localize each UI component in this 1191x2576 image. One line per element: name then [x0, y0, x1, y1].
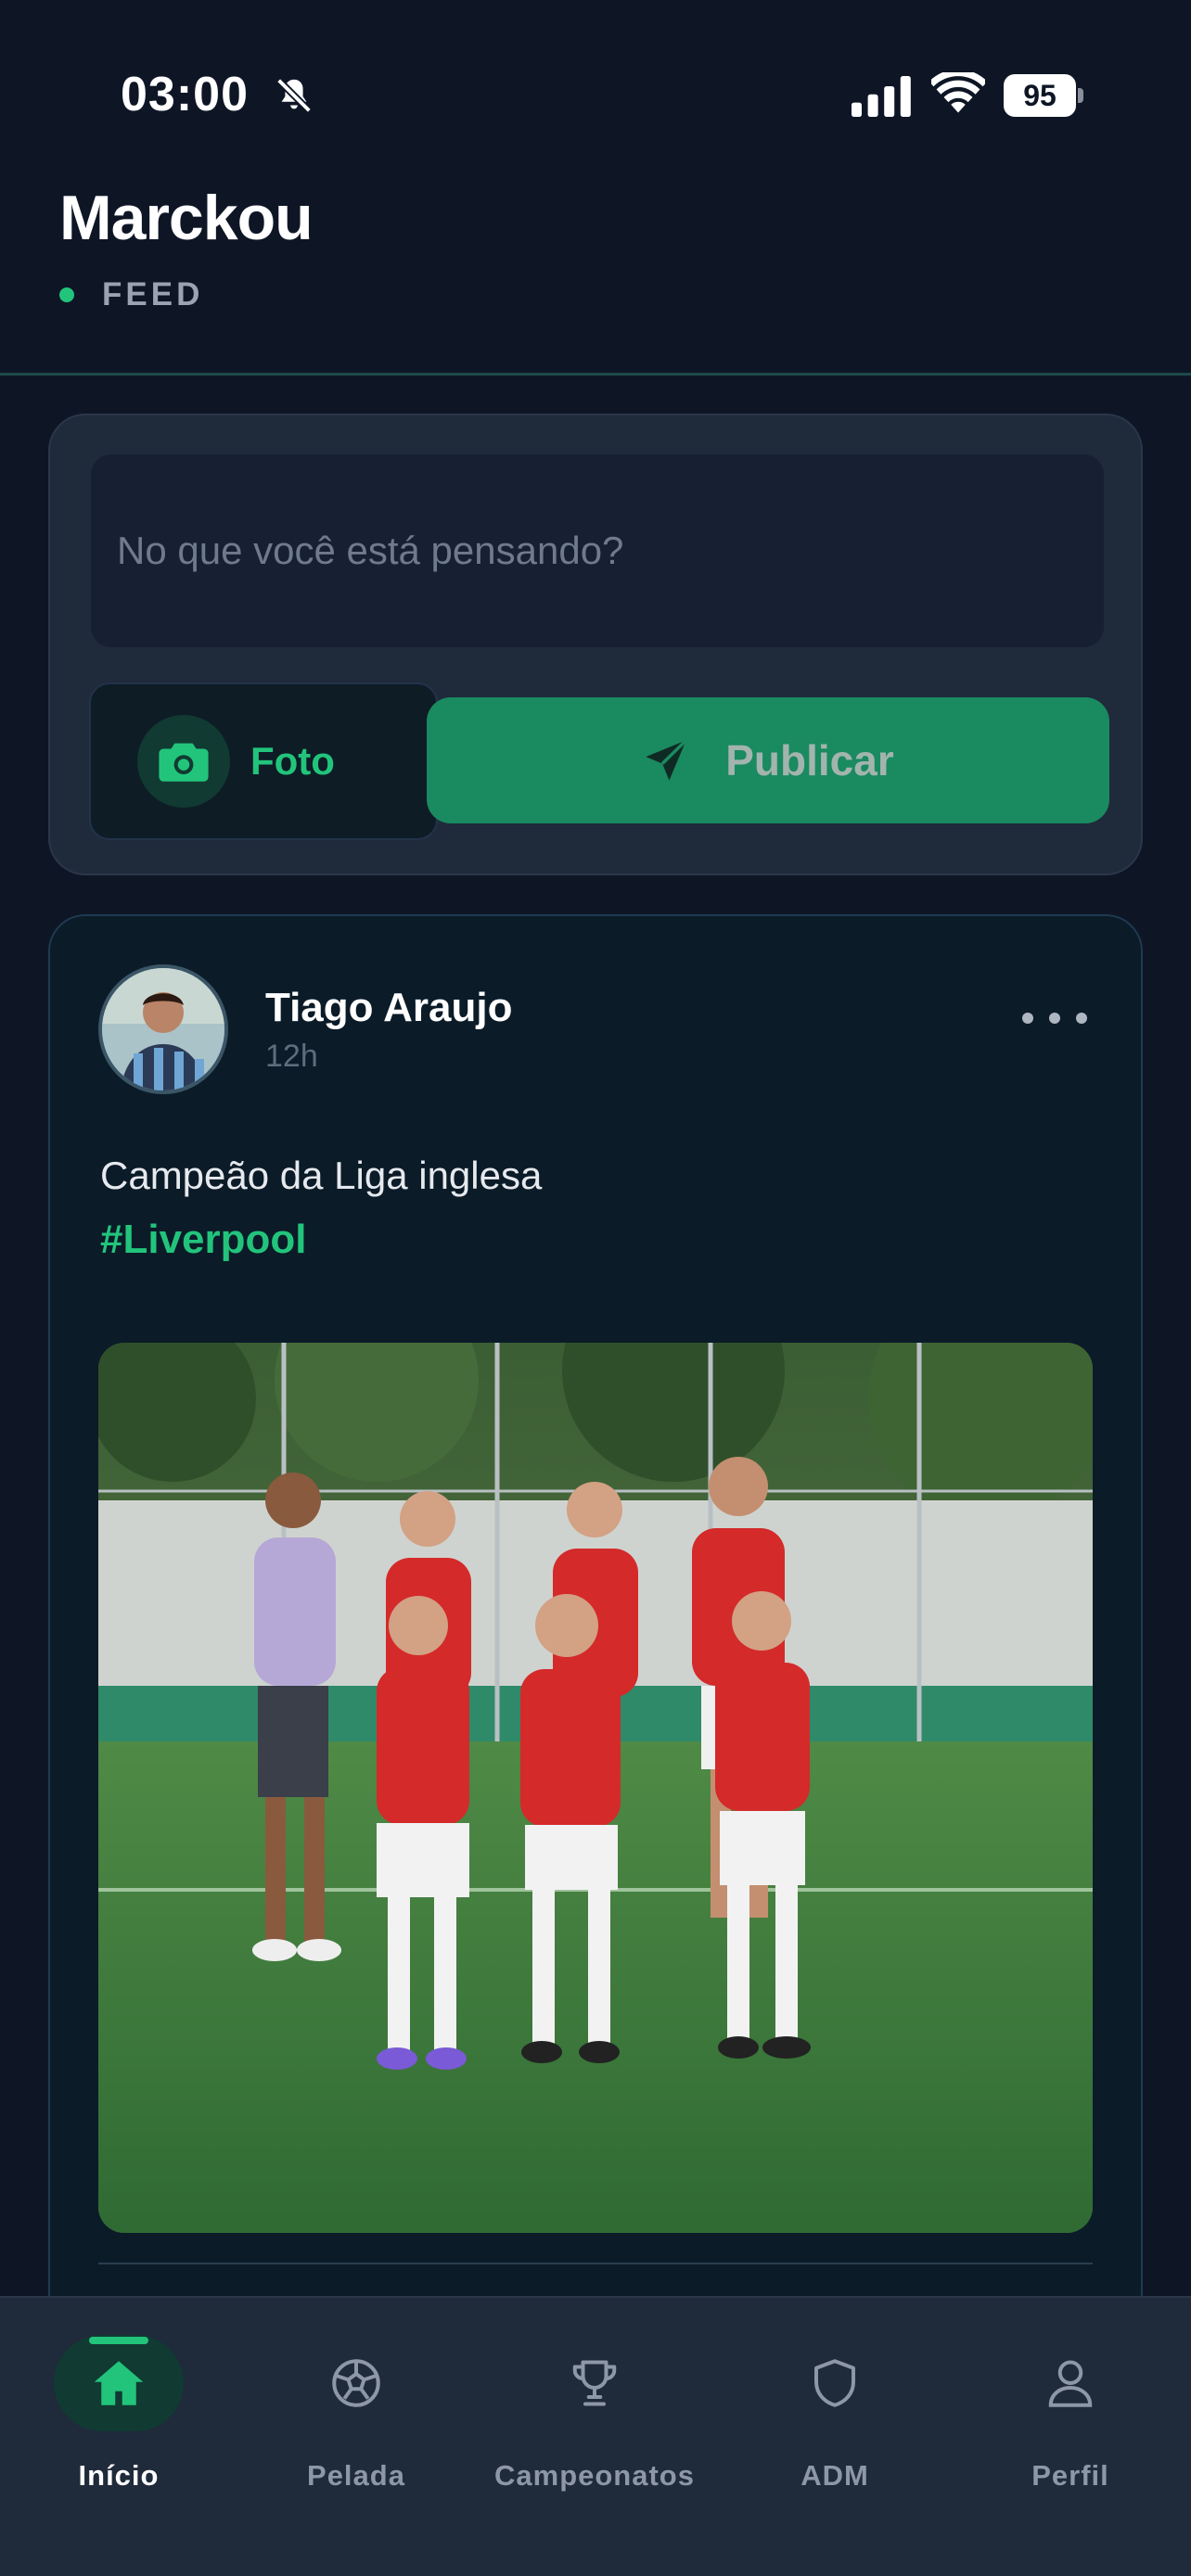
camera-icon — [159, 743, 209, 782]
author-name[interactable]: Tiago Araujo — [265, 985, 512, 1031]
battery-icon: 95 — [1004, 74, 1083, 117]
send-icon — [646, 739, 688, 781]
post-hashtag[interactable]: #Liverpool — [100, 1217, 307, 1263]
dot-icon — [1049, 1013, 1060, 1024]
more-options-button[interactable] — [1022, 1000, 1087, 1037]
post-composer: Foto Publicar — [48, 414, 1143, 875]
soccer-ball-icon — [332, 2359, 380, 2407]
status-time: 03:00 — [121, 68, 249, 121]
publish-button[interactable]: Publicar — [427, 697, 1109, 823]
post-text-input[interactable] — [91, 454, 1104, 647]
trophy-icon — [572, 2360, 617, 2406]
post-time: 12h — [265, 1039, 318, 1074]
user-icon — [1048, 2360, 1093, 2407]
user-icon-wrap — [1005, 2335, 1135, 2431]
shield-icon-wrap — [770, 2335, 900, 2431]
page-title: Marckou — [59, 183, 314, 253]
publish-label: Publicar — [725, 736, 894, 784]
header-divider — [0, 373, 1191, 376]
nav-label-adm: ADM — [800, 2459, 869, 2492]
status-dot-icon — [59, 287, 74, 302]
nav-item-inicio[interactable]: Início — [54, 2298, 184, 2502]
post-text: Campeão da Liga inglesa — [100, 1154, 543, 1197]
trophy-icon-wrap — [530, 2335, 660, 2431]
signal-icon — [852, 76, 911, 117]
wifi-icon — [931, 72, 985, 113]
battery-level: 95 — [1004, 74, 1076, 117]
status-bar: 03:00 95 — [0, 0, 1191, 185]
nav-label-inicio: Início — [78, 2459, 160, 2492]
nav-item-adm[interactable]: ADM — [770, 2298, 900, 2502]
feed-screen: 03:00 95 Marckou FEED No que você está p… — [0, 0, 1191, 2576]
add-photo-button[interactable]: Foto — [89, 682, 438, 840]
nav-label-pelada: Pelada — [307, 2459, 405, 2492]
home-icon-wrap — [54, 2335, 184, 2431]
team-photo-image — [98, 1343, 1093, 2233]
camera-icon-badge — [137, 715, 230, 808]
dot-icon — [1076, 1013, 1087, 1024]
battery-cap — [1078, 88, 1083, 103]
nav-label-perfil: Perfil — [1031, 2459, 1109, 2492]
nav-label-campeonatos: Campeonatos — [494, 2459, 695, 2492]
soccer-ball-icon-wrap — [291, 2335, 421, 2431]
bell-slash-icon — [275, 77, 313, 114]
avatar-image — [102, 968, 224, 1090]
post-photo[interactable] — [98, 1343, 1093, 2233]
nav-item-perfil[interactable]: Perfil — [1005, 2298, 1135, 2502]
author-avatar[interactable] — [98, 964, 228, 1094]
nav-item-pelada[interactable]: Pelada — [291, 2298, 421, 2502]
section-label: FEED — [102, 276, 204, 312]
shield-icon — [814, 2359, 855, 2407]
section-indicator: FEED — [59, 276, 203, 313]
nav-item-campeonatos[interactable]: Campeonatos — [479, 2298, 711, 2502]
add-photo-label: Foto — [250, 739, 335, 783]
home-icon — [94, 2361, 144, 2405]
dot-icon — [1022, 1013, 1033, 1024]
active-tab-indicator — [89, 2337, 148, 2344]
bottom-nav: Início Pelada Campeonatos ADM Perfil — [0, 2296, 1191, 2576]
card-divider — [98, 2263, 1093, 2264]
